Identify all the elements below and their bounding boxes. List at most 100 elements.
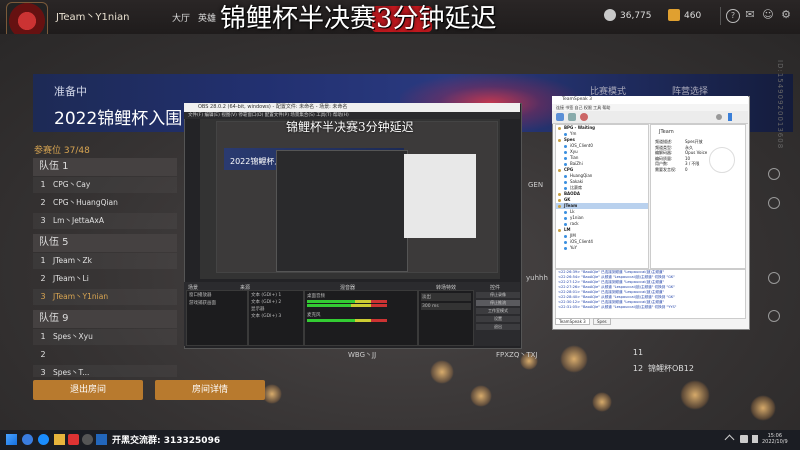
ts-chat-log: <22:26:39> "BaoAQie" 已连接到频道 "Lespauccai(…: [555, 269, 746, 319]
user-icon: [564, 162, 567, 166]
source-item[interactable]: 文本 (GDI+) 2: [249, 298, 303, 305]
obs-overlay-title: 锦鲤杯半决赛3分钟延迟: [286, 120, 414, 134]
network-icon[interactable]: [740, 435, 748, 443]
away-icon[interactable]: [580, 113, 588, 121]
ts-channel-tree: BPG - Waiting Ym Spes iOS_Client0 Xyu Tian Bai…: [555, 124, 649, 269]
bookmark-icon[interactable]: [568, 113, 576, 121]
nested-ts-capture: [404, 154, 476, 238]
studio-mode-button[interactable]: 工作室模式: [476, 308, 520, 314]
user-icon: [564, 186, 567, 190]
slot-circle-icon[interactable]: [768, 310, 780, 322]
ts-log-line: <22:31:05> "BaoAQie" 从频道 "Lespauccai(锁)主…: [558, 305, 677, 309]
bokeh-light: [750, 395, 776, 421]
slot-circle-icon[interactable]: [768, 168, 780, 180]
bokeh-light: [430, 360, 454, 384]
team-slot-empty[interactable]: 2: [33, 347, 177, 363]
right-slot-label: WBG丶JJ: [348, 351, 377, 359]
leave-room-button[interactable]: 退出房间: [33, 380, 143, 400]
settings-button[interactable]: 设置: [476, 316, 520, 322]
team-slot[interactable]: 2 JTeam丶Li: [33, 271, 177, 287]
scene-item[interactable]: 游戏捕获画面: [187, 299, 247, 307]
controls-header: 控件: [490, 285, 501, 291]
team-slot-self[interactable]: 3 JTeam丶Y1nian: [33, 289, 177, 305]
friends-icon[interactable]: ☺: [762, 9, 774, 21]
transitions-panel: 淡出 300 ms: [418, 290, 474, 346]
channel-icon: [558, 168, 561, 172]
team-slot[interactable]: 3 Spes丶T...: [33, 365, 177, 377]
explorer-icon[interactable]: [54, 434, 65, 445]
speaker-icon[interactable]: [716, 114, 722, 120]
scene-item[interactable]: 窗口播放器: [187, 291, 247, 299]
user-icon: [564, 156, 567, 160]
user-icon: [564, 210, 567, 214]
app-icon[interactable]: [68, 434, 79, 445]
nav-heroes[interactable]: 英雄: [198, 11, 216, 24]
channel-icon: [558, 204, 561, 208]
slot-circle-icon[interactable]: [768, 272, 780, 284]
mic-icon[interactable]: [728, 113, 732, 121]
volume-icon[interactable]: [752, 435, 758, 443]
bokeh-light: [560, 345, 588, 373]
user-icon: [564, 234, 567, 238]
team-slot[interactable]: 1 JTeam丶Zk: [33, 253, 177, 269]
team-slot[interactable]: 12 锦鲤杯OB12: [628, 361, 788, 377]
audio-meter: [307, 319, 387, 322]
right-slot-label: FPXZQ丶TXJ: [496, 351, 538, 359]
source-item[interactable]: 显示器: [249, 305, 303, 312]
sources-panel: 文本 (GDI+) 1 文本 (GDI+) 2 显示器 文本 (GDI+) 3: [248, 290, 304, 346]
right-slot-label: GEN: [528, 181, 544, 189]
edge-icon[interactable]: [38, 434, 49, 445]
ts-toolbar: [552, 111, 748, 124]
channel-icon: [558, 138, 561, 142]
exit-button[interactable]: 退出: [476, 324, 520, 330]
ts-info-panel: JTeam 频道描述: 频道类型: 编解码器: 编码质量: 用户数: 需要发言权: Spe…: [650, 124, 746, 269]
audio-meter: [307, 300, 387, 303]
mixer-panel: 桌面音频 麦克风: [304, 290, 418, 346]
top-divider: [720, 7, 721, 25]
channel-icon: [558, 228, 561, 232]
team-slot[interactable]: 1 CPG丶Cay: [33, 177, 177, 193]
help-icon[interactable]: ?: [726, 9, 740, 23]
ts-titlebar[interactable]: TeamSpeak 3: [552, 96, 748, 104]
ts-info-labels: 频道描述: 频道类型: 编解码器: 编码质量: 用户数: 需要发言权:: [655, 139, 677, 172]
obs-icon[interactable]: [82, 434, 93, 445]
obs-titlebar[interactable]: OBS 28.0.2 (64-bit, windows) - 配置文件: 未命名…: [184, 103, 520, 112]
source-item[interactable]: 文本 (GDI+) 1: [249, 291, 303, 298]
channel-icon: [558, 126, 561, 130]
ts-user[interactable]: YuY: [556, 245, 648, 251]
mail-icon[interactable]: ✉: [744, 9, 756, 21]
stop-stream-button[interactable]: 停止推流: [476, 300, 520, 306]
user-icon: [564, 132, 567, 136]
nav-lobby[interactable]: 大厅: [172, 11, 190, 24]
gem-balance: 460: [668, 9, 701, 21]
start-icon[interactable]: [6, 434, 17, 445]
room-details-button[interactable]: 房间详情: [155, 380, 265, 400]
duration-field[interactable]: 300 ms: [421, 303, 471, 310]
team-slot[interactable]: 11: [628, 345, 788, 361]
team-name: JTeam丶Y1nian: [56, 12, 130, 23]
ts-headset-icon: [709, 147, 735, 173]
ts-channel-name: JTeam: [659, 129, 674, 135]
team-slot[interactable]: 3 Lm丶JettaAxA: [33, 213, 177, 229]
team-slot[interactable]: 2 CPG丶HuangQian: [33, 195, 177, 211]
search-icon[interactable]: [22, 434, 33, 445]
stop-recording-button[interactable]: 停止录像: [476, 292, 520, 298]
team-header: 队伍 9: [33, 310, 177, 328]
fade-select[interactable]: 淡出: [421, 293, 471, 301]
gear-icon[interactable]: ⚙: [780, 9, 792, 21]
source-item[interactable]: 文本 (GDI+) 3: [249, 312, 303, 319]
team-slot[interactable]: 1 Spes丶Xyu: [33, 329, 177, 345]
user-icon: [564, 240, 567, 244]
teamspeak-icon[interactable]: [96, 434, 107, 445]
connect-icon[interactable]: [556, 113, 564, 121]
slot-circle-icon[interactable]: [768, 197, 780, 209]
system-clock[interactable]: 15:06 2022/10/9: [762, 433, 788, 445]
gem-icon: [668, 9, 680, 21]
coin-balance: 36,775: [604, 9, 652, 21]
audio-meter: [307, 304, 387, 307]
user-icon: [564, 174, 567, 178]
ts-menubar[interactable]: 连接 书签 自己 权限 工具 帮助: [552, 104, 748, 111]
ts-tab[interactable]: Spes: [592, 318, 611, 325]
ts-tab[interactable]: TeamSpeak 3: [555, 318, 590, 325]
gem-value: 460: [684, 11, 702, 21]
